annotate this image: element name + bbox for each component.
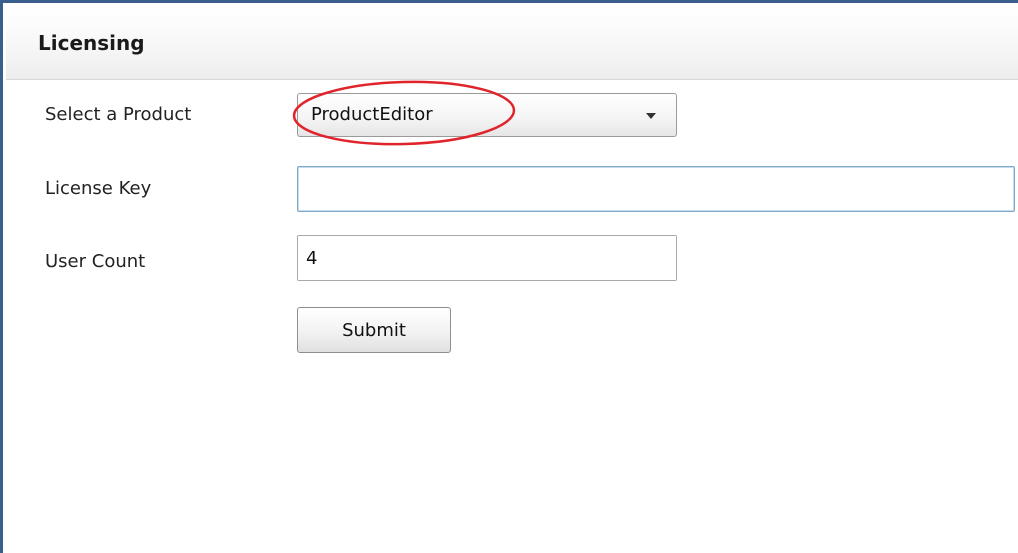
submit-button[interactable]: Submit: [297, 307, 451, 353]
user-count-label: User Count: [45, 251, 146, 272]
license-key-label: License Key: [45, 178, 152, 199]
product-select-value: ProductEditor: [311, 104, 433, 125]
user-count-input[interactable]: [297, 235, 677, 281]
page-title: Licensing: [38, 31, 145, 55]
license-key-input[interactable]: [297, 166, 1015, 212]
product-select[interactable]: ProductEditor: [297, 93, 677, 137]
panel-header: Licensing: [6, 6, 1018, 80]
chevron-down-icon: [646, 113, 656, 119]
product-label: Select a Product: [45, 104, 192, 125]
